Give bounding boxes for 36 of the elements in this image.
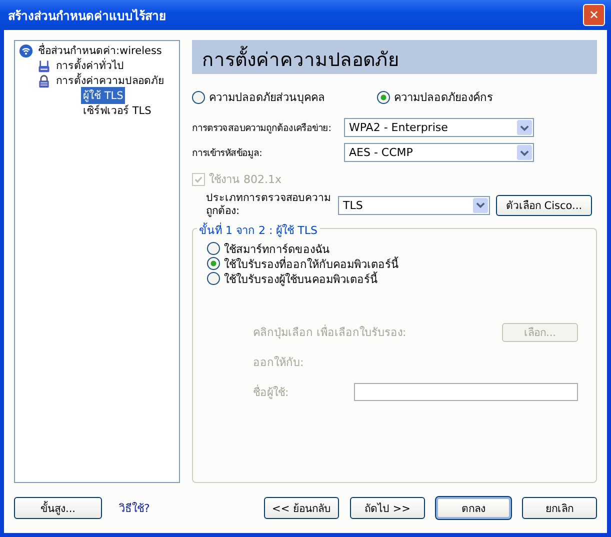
tree-item[interactable]: การตั้งค่าความปลอดภัย — [54, 72, 166, 89]
checkbox-label: ใช้งาน 802.1x — [209, 172, 282, 188]
router-icon — [37, 58, 51, 72]
back-button[interactable]: << ย้อนกลับ — [264, 497, 339, 519]
tree-item[interactable]: เซิร์ฟเวอร์ TLS — [81, 102, 154, 119]
group-title: ขั้นที่ 1 จาก 2 : ผู้ใช้ TLS — [197, 221, 320, 239]
close-button[interactable]: ✕ — [583, 4, 605, 26]
wireless-icon — [19, 44, 33, 58]
radio-button[interactable] — [192, 90, 205, 104]
field-label: การเข้ารหัสข้อมูล: — [192, 147, 264, 160]
dropdown[interactable]: TLS — [338, 196, 490, 214]
section-header: การตั้งค่าความปลอดภัย — [192, 40, 597, 74]
advanced-button[interactable]: ขั้นสูง... — [14, 497, 102, 519]
radio-label: ใช้สมาร์ทการ์ดของฉัน — [224, 242, 330, 256]
radio-label: ความปลอดภัยองค์กร — [394, 90, 493, 106]
lock-icon — [37, 74, 51, 88]
radio-button[interactable] — [377, 90, 390, 104]
next-button[interactable]: ถัดไป >> — [350, 497, 425, 519]
username-label: ชื่อผู้ใช้: — [253, 384, 289, 401]
cisco-options-button[interactable]: ตัวเลือก Cisco... — [496, 194, 592, 216]
tree-item[interactable]: ชื่อส่วนกำหนดค่า:wireless — [36, 42, 164, 59]
certificate-prompt: คลิกปุ่มเลือก เพื่อเลือกใบรับรอง: — [253, 324, 406, 341]
field-label: ประเภทการตรวจสอบความถูกต้อง: — [206, 192, 332, 218]
tree-item[interactable]: ผู้ใช้ TLS — [81, 87, 126, 104]
radio-label: ใช้ใบรับรองที่ออกให้กับคอมพิวเตอร์นี้ — [224, 256, 399, 272]
radio-label: ความปลอดภัยส่วนบุคคล — [209, 90, 325, 106]
dropdown[interactable]: AES - CCMP — [344, 143, 534, 162]
window-title: สร้างส่วนกำหนดค่าแบบไร้สาย — [8, 8, 166, 24]
tree-item[interactable]: การตั้งค่าทั่วไป — [54, 57, 126, 74]
radio-label: ใช้ใบรับรองผู้ใช้บนคอมพิวเตอร์นี้ — [224, 270, 378, 288]
issued-to-label: ออกให้กับ: — [253, 355, 304, 371]
cancel-button[interactable]: ยกเลิก — [522, 497, 597, 519]
field-label: การตรวจสอบความถูกต้องเครือข่าย: — [192, 122, 332, 135]
ok-button[interactable]: ตกลง — [436, 497, 511, 519]
help-link[interactable]: วิธีใช้? — [119, 499, 150, 517]
dropdown[interactable]: WPA2 - Enterprise — [344, 118, 534, 137]
